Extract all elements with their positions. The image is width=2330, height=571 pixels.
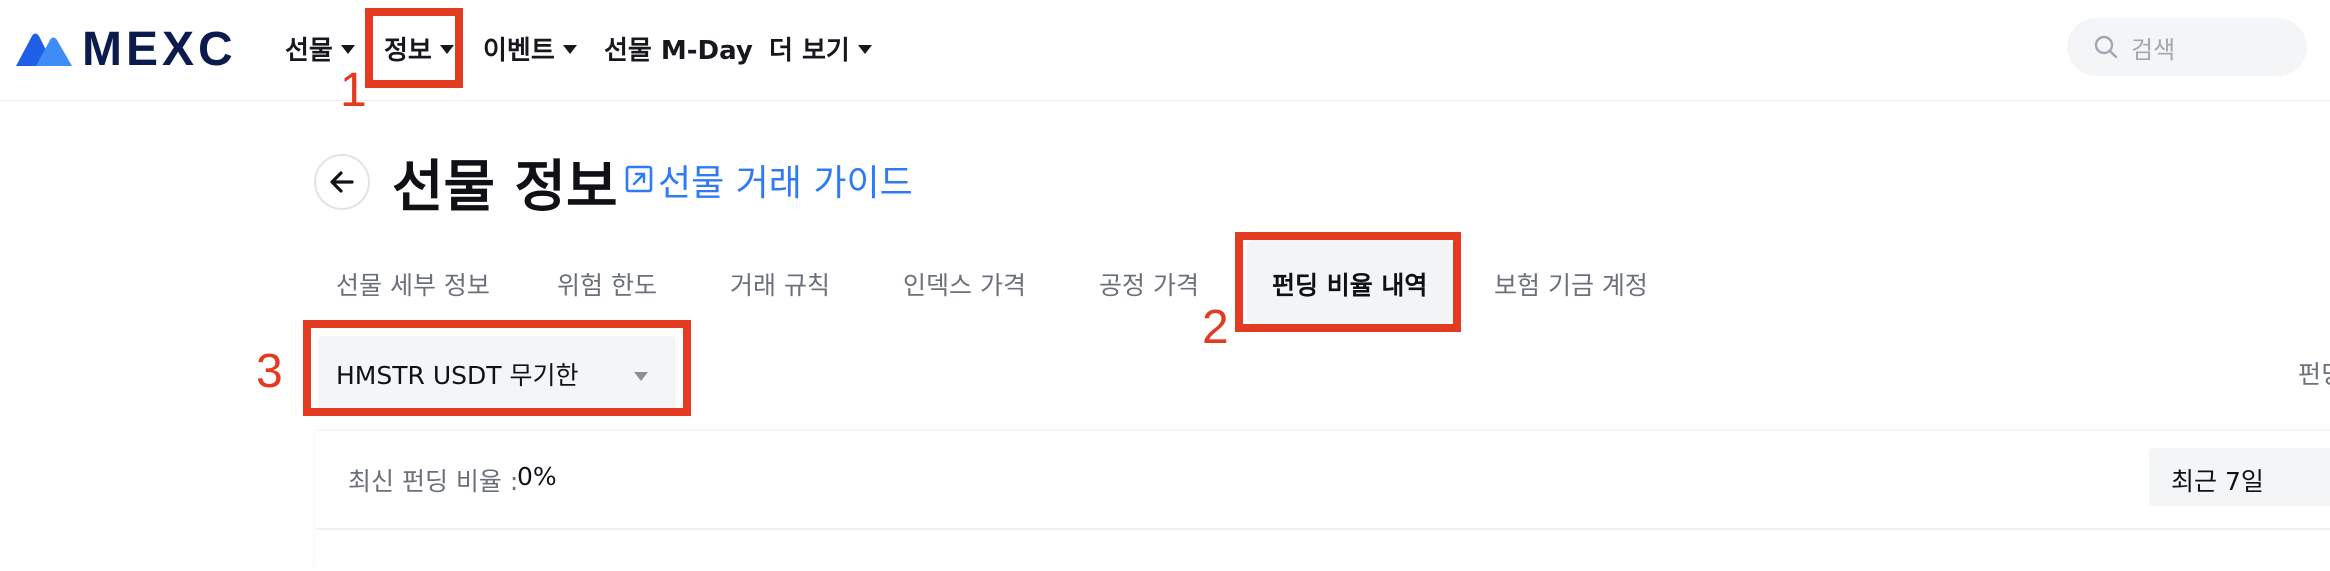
nav-mday[interactable]: 선물 M-Day xyxy=(604,28,753,68)
caret-down-icon xyxy=(340,44,355,54)
futures-guide-label: 선물 거래 가이드 xyxy=(658,163,913,204)
tab-contract-details[interactable]: 선물 세부 정보 xyxy=(336,266,490,302)
tab-trading-rules[interactable]: 거래 규칙 xyxy=(730,266,830,302)
nav-futures-label: 선물 xyxy=(285,35,333,66)
nav-mday-label: 선물 M-Day xyxy=(604,35,753,66)
caret-down-icon xyxy=(562,44,577,54)
tab-insurance-fund[interactable]: 보험 기금 계정 xyxy=(1494,266,1648,302)
tab-fair-price[interactable]: 공정 가격 xyxy=(1099,266,1199,302)
tab-index-price[interactable]: 인덱스 가격 xyxy=(903,266,1026,302)
nav-futures[interactable]: 선물 xyxy=(285,28,355,68)
page-title: 선물 정보 xyxy=(392,155,618,220)
mexc-logo[interactable] xyxy=(14,30,74,68)
nav-more[interactable]: 더 보기 xyxy=(769,28,872,68)
search-placeholder: 검색 xyxy=(2131,35,2176,64)
latest-funding-rate-value: 0% xyxy=(517,462,557,491)
funding-clipped-label: 펀딩 xyxy=(2298,360,2330,389)
mexc-logo-icon xyxy=(16,33,72,66)
annotation-box-1 xyxy=(365,8,463,88)
nav-events-label: 이벤트 xyxy=(483,35,555,66)
card-divider xyxy=(316,528,2330,530)
annotation-label-2: 2 xyxy=(1202,301,1229,354)
guide-book-icon xyxy=(625,165,653,193)
tab-risk-limit[interactable]: 위험 한도 xyxy=(557,266,657,302)
back-button[interactable] xyxy=(314,154,370,210)
period-select[interactable]: 최근 7일 xyxy=(2149,448,2330,506)
period-select-value: 최근 7일 xyxy=(2171,467,2264,496)
search-icon xyxy=(2094,35,2118,59)
arrow-left-icon xyxy=(330,171,354,193)
annotation-box-2 xyxy=(1235,232,1461,332)
search-box[interactable]: 검색 xyxy=(2067,18,2307,76)
brand-name[interactable]: MEXC xyxy=(82,22,237,77)
latest-funding-rate-label: 최신 펀딩 비율 : xyxy=(348,467,519,496)
nav-events[interactable]: 이벤트 xyxy=(483,28,577,68)
futures-guide-link[interactable]: 선물 거래 가이드 xyxy=(624,154,913,206)
annotation-box-3 xyxy=(303,320,691,416)
annotation-label-1: 1 xyxy=(340,64,367,117)
caret-down-icon xyxy=(857,44,872,54)
nav-more-label: 더 보기 xyxy=(769,35,850,66)
annotation-label-3: 3 xyxy=(256,345,283,398)
